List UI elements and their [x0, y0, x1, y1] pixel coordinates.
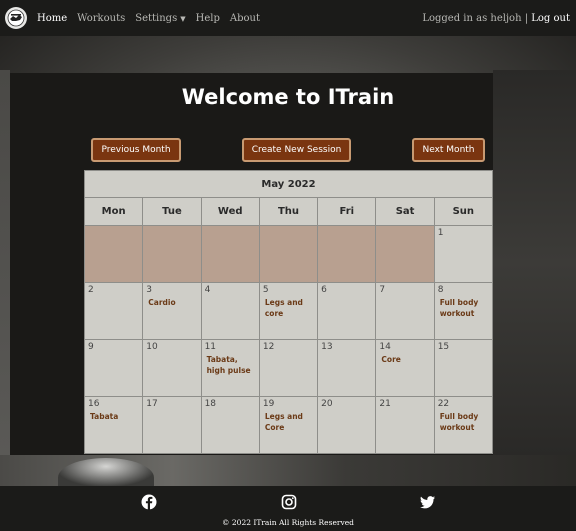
day-number: 6 [321, 285, 327, 295]
nav-workouts[interactable]: Workouts [77, 13, 125, 24]
logged-in-text: Logged in as heljoh [422, 12, 522, 24]
day-number: 15 [437, 342, 450, 352]
weekday-label: Wed [202, 198, 260, 225]
background-right [493, 70, 576, 455]
calendar-day-cell[interactable]: 17 [143, 397, 202, 454]
calendar-month-title: May 2022 [84, 170, 493, 198]
day-number: 13 [321, 342, 333, 352]
session-link[interactable]: Core [381, 354, 430, 365]
session-link[interactable]: Legs and Core [265, 411, 314, 433]
calendar-empty-cell [201, 226, 260, 283]
next-month-button[interactable]: Next Month [412, 138, 485, 162]
nav-settings-label: Settings [135, 12, 178, 24]
day-number: 12 [262, 342, 275, 352]
calendar-day-cell[interactable]: 10 [143, 340, 202, 397]
session-link[interactable]: Tabata, high pulse [207, 354, 256, 376]
day-number: 19 [262, 399, 275, 409]
separator: | [524, 12, 529, 24]
logout-link[interactable]: Log out [531, 13, 570, 24]
weekday-label: Mon [85, 198, 144, 225]
day-number: 21 [379, 399, 391, 409]
day-number: 11 [204, 342, 217, 352]
calendar-day-cell[interactable]: 14 Core [376, 340, 435, 397]
navbar: Home Workouts Settings ▼ Help About Logge… [0, 0, 576, 36]
copyright-text: © 2022 ITrain All Rights Reserved [222, 518, 354, 527]
logo-icon[interactable] [5, 7, 27, 29]
page-title: Welcome to ITrain [181, 85, 395, 109]
day-number: 7 [379, 285, 386, 295]
user-status: Logged in as heljoh | Log out [422, 13, 570, 24]
calendar-empty-cell [143, 226, 202, 283]
calendar-day-cell[interactable]: 13 [318, 340, 377, 397]
previous-month-button[interactable]: Previous Month [91, 138, 181, 162]
calendar-day-cell[interactable]: 15 [434, 340, 493, 397]
create-session-button[interactable]: Create New Session [242, 138, 351, 162]
day-number: 4 [204, 285, 211, 295]
day-number: 22 [437, 399, 450, 409]
twitter-icon[interactable] [420, 494, 436, 510]
nav-about[interactable]: About [230, 13, 260, 24]
day-number: 8 [437, 285, 444, 295]
weekday-label: Fri [318, 198, 377, 225]
day-number: 3 [146, 285, 153, 295]
weekday-label: Sat [376, 198, 435, 225]
weekday-label: Sun [435, 198, 493, 225]
calendar: May 2022 Mon Tue Wed Thu Fri Sat Sun 123… [84, 170, 493, 454]
background-left [0, 70, 10, 455]
session-link[interactable]: Cardio [148, 297, 197, 308]
day-number: 2 [88, 285, 94, 295]
day-number: 16 [88, 399, 100, 409]
calendar-day-cell[interactable]: 19 Legs and Core [259, 397, 319, 454]
calendar-empty-cell [85, 226, 144, 283]
session-link[interactable]: Full body workout [440, 297, 489, 319]
calendar-grid: 1 2 3 Cardio 4 5 Legs and core 6 7 8 Full body wor… [84, 226, 493, 454]
calendar-weekday-header: Mon Tue Wed Thu Fri Sat Sun [84, 198, 493, 226]
nav-help[interactable]: Help [196, 13, 220, 24]
calendar-day-cell[interactable]: 8 Full body workout [434, 283, 493, 340]
chevron-down-icon: ▼ [180, 14, 186, 23]
calendar-empty-cell [318, 226, 377, 283]
facebook-icon[interactable] [141, 494, 157, 510]
weekday-label: Tue [143, 198, 202, 225]
calendar-day-cell[interactable]: 12 [259, 340, 319, 397]
calendar-day-cell[interactable]: 1 [434, 226, 493, 283]
calendar-day-cell[interactable]: 16 Tabata [85, 397, 144, 454]
day-number: 18 [204, 399, 217, 409]
day-number: 9 [88, 342, 94, 352]
nav-home[interactable]: Home [37, 13, 67, 24]
nav-settings-dropdown[interactable]: Settings ▼ [135, 13, 185, 24]
day-number: 5 [262, 285, 269, 295]
calendar-day-cell[interactable]: 21 [376, 397, 435, 454]
calendar-day-cell[interactable]: 4 [201, 283, 260, 340]
calendar-day-cell[interactable]: 9 [85, 340, 144, 397]
day-number: 1 [437, 228, 444, 238]
calendar-empty-cell [259, 226, 319, 283]
session-link[interactable]: Legs and core [265, 297, 314, 319]
day-number: 10 [146, 342, 158, 352]
instagram-icon[interactable] [281, 494, 297, 510]
calendar-day-cell[interactable]: 7 [376, 283, 435, 340]
calendar-day-cell[interactable]: 22 Full body workout [434, 397, 493, 454]
calendar-day-cell[interactable]: 3 Cardio [143, 283, 202, 340]
calendar-day-cell[interactable]: 20 [318, 397, 377, 454]
session-link[interactable]: Tabata [90, 411, 139, 422]
day-number: 17 [146, 399, 158, 409]
calendar-day-cell[interactable]: 2 [85, 283, 144, 340]
calendar-day-cell[interactable]: 18 [201, 397, 260, 454]
day-number: 20 [321, 399, 333, 409]
calendar-day-cell[interactable]: 6 [318, 283, 377, 340]
weekday-label: Thu [260, 198, 319, 225]
day-number: 14 [379, 342, 391, 352]
calendar-empty-cell [376, 226, 435, 283]
calendar-day-cell[interactable]: 11 Tabata, high pulse [201, 340, 260, 397]
calendar-day-cell[interactable]: 5 Legs and core [259, 283, 319, 340]
session-link[interactable]: Full body workout [440, 411, 489, 433]
